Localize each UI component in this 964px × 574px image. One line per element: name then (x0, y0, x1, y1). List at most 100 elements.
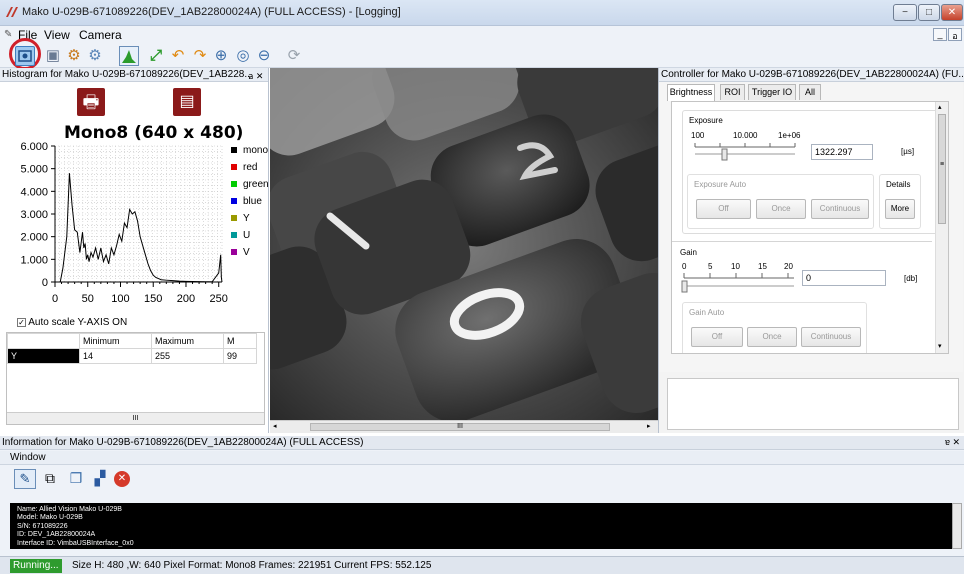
zoom-out-icon[interactable]: ⊖ (254, 46, 274, 66)
legend-label: U (243, 230, 251, 241)
copy-icon[interactable]: ❐ (66, 469, 86, 489)
y-tick-label: 3.000 (20, 209, 48, 221)
legend-label: mono (243, 145, 269, 156)
edit-log-icon[interactable]: ✎ (14, 469, 36, 489)
zoom-in-icon[interactable]: ⊕ (211, 46, 231, 66)
scroll-right-icon[interactable]: ▸ (647, 422, 651, 430)
fullscreen-icon[interactable]: ⤢ (146, 46, 166, 66)
log-line: Name: Allied Vision Mako U-029B (17, 506, 122, 513)
controller-vertical-scrollbar[interactable]: ▴ ≡ ▾ (935, 102, 948, 353)
pen-icon: ✎ (4, 29, 13, 40)
scroll-down-icon[interactable]: ▾ (938, 342, 942, 350)
histogram-icon[interactable] (119, 46, 139, 66)
stats-header-blank (7, 333, 80, 349)
exposure-auto-continuous-button[interactable]: Continuous (811, 199, 869, 219)
mdi-restore-button[interactable]: อ (948, 28, 962, 41)
exposure-auto-once-button[interactable]: Once (756, 199, 806, 219)
exposure-title: Exposure (689, 116, 723, 125)
table-row[interactable]: Y 14 255 99 (7, 348, 257, 364)
log-console: Name: Allied Vision Mako U-029B Model: M… (10, 503, 952, 549)
status-text: Size H: 480 ,W: 640 Pixel Format: Mono8 … (72, 560, 432, 571)
gain-auto-group: Gain Auto Off Once Continuous (682, 302, 867, 353)
menu-view[interactable]: View (44, 28, 70, 42)
zoom-reset-icon[interactable]: ◎ (233, 46, 253, 66)
gain-title: Gain (680, 248, 697, 257)
legend-swatch (231, 164, 237, 171)
log-line: S/N: 671089226 (17, 522, 68, 530)
minimize-button[interactable]: − (893, 4, 917, 21)
menu-camera[interactable]: Camera (79, 28, 122, 42)
window-menu[interactable]: Window (0, 451, 964, 465)
exposure-value-field[interactable]: 1322.297 (811, 144, 873, 160)
mdi-minimize-button[interactable]: _ (933, 28, 947, 41)
histogram-chart: 6.000 5.000 4.000 3.000 2.000 1.000 00 50 100 150… (20, 142, 228, 305)
details-more-button[interactable]: More (885, 199, 915, 219)
stats-cell-maximum: 255 (151, 348, 224, 364)
gain-slider[interactable] (680, 272, 800, 294)
legend-label: red (243, 162, 258, 173)
freerun-icon[interactable] (15, 46, 35, 66)
scroll-left-icon[interactable]: ◂ (273, 422, 277, 430)
export-pdf-icon[interactable]: ▤ (173, 88, 201, 116)
legend-item-y: Y (231, 213, 269, 230)
scroll-up-icon[interactable]: ▴ (938, 103, 942, 111)
legend-swatch (231, 232, 237, 239)
title-bar: Mako U-029B-671089226(DEV_1AB22800024A) … (0, 0, 964, 26)
stats-table: Minimum Maximum M Y 14 255 99 (7, 333, 257, 364)
stop-icon[interactable]: ✕ (114, 471, 130, 487)
x-tick-label: 250 (210, 293, 228, 305)
settings2-icon[interactable]: ⚙ (85, 46, 105, 66)
gain-auto-continuous-button[interactable]: Continuous (801, 327, 861, 347)
legend-item-red: red (231, 162, 269, 179)
status-bar: Running... Size H: 480 ,W: 640 Pixel For… (0, 556, 964, 574)
gain-tick-20: 20 (784, 262, 793, 271)
tab-all[interactable]: All (799, 84, 821, 100)
gain-tick-10: 10 (731, 262, 740, 271)
gain-auto-off-button[interactable]: Off (691, 327, 743, 347)
exposure-slider[interactable] (691, 141, 801, 161)
rotate-left-icon[interactable]: ↶ (168, 46, 188, 66)
scrollbar-thumb[interactable]: III (310, 423, 610, 431)
clear-icon[interactable]: ▞ (90, 469, 110, 489)
camera-image (270, 68, 658, 422)
print-icon[interactable]: 🖶 (77, 88, 105, 116)
refresh-icon[interactable]: ⟳ (284, 46, 304, 66)
stats-header-maximum: Maximum (151, 333, 224, 349)
gain-value-field[interactable]: 0 (802, 270, 886, 286)
y-tick-label: 4.000 (20, 186, 48, 198)
gain-auto-once-button[interactable]: Once (747, 327, 797, 347)
close-button[interactable]: ✕ (941, 4, 963, 21)
legend-swatch (231, 215, 237, 222)
camera-image-view[interactable]: ◂ III ▸ (270, 68, 658, 433)
log-vertical-scrollbar[interactable] (952, 503, 962, 549)
tab-roi[interactable]: ROI (720, 84, 745, 100)
exposure-auto-off-button[interactable]: Off (696, 199, 751, 219)
x-tick-label: 0 (52, 293, 58, 305)
exposure-auto-title: Exposure Auto (694, 180, 747, 189)
autoscale-checkbox[interactable]: ✓ Auto scale Y-AXIS ON (17, 317, 127, 328)
legend-item-u: U (231, 230, 269, 247)
y-tick-label: 0 (42, 277, 48, 289)
tab-trigger-io[interactable]: Trigger IO (748, 84, 796, 100)
maximize-button[interactable]: □ (918, 4, 940, 21)
scrollbar-thumb[interactable]: ≡ (938, 114, 946, 224)
info-panel-header-buttons[interactable]: ɐ ✕ (945, 437, 960, 448)
open-external-icon[interactable]: ⧉ (40, 469, 60, 489)
rotate-right-icon[interactable]: ↷ (190, 46, 210, 66)
controller-panel: Controller for Mako U-029B-671089226(DEV… (658, 68, 964, 433)
legend-item-mono: mono (231, 145, 269, 162)
stats-header-mean: M (223, 333, 257, 349)
save-icon[interactable]: ▣ (43, 46, 63, 66)
table-horizontal-scrollbar[interactable]: III (7, 412, 264, 424)
image-horizontal-scrollbar[interactable]: ◂ III ▸ (270, 420, 658, 433)
legend-swatch (231, 181, 237, 188)
legend-item-green: green (231, 179, 269, 196)
divider (672, 241, 932, 242)
stats-cell-channel: Y (7, 348, 80, 364)
settings-icon[interactable]: ⚙ (64, 46, 84, 66)
tab-brightness[interactable]: Brightness (667, 84, 715, 101)
panel-header-buttons[interactable]: อ ✕ (248, 69, 263, 83)
toolbar: ▣ ⚙ ⚙ ⤢ ↶ ↷ ⊕ ◎ ⊖ ⟳ (0, 38, 964, 70)
log-line: ID: DEV_1AB22800024A (17, 531, 96, 539)
gain-unit: [db] (904, 274, 918, 283)
